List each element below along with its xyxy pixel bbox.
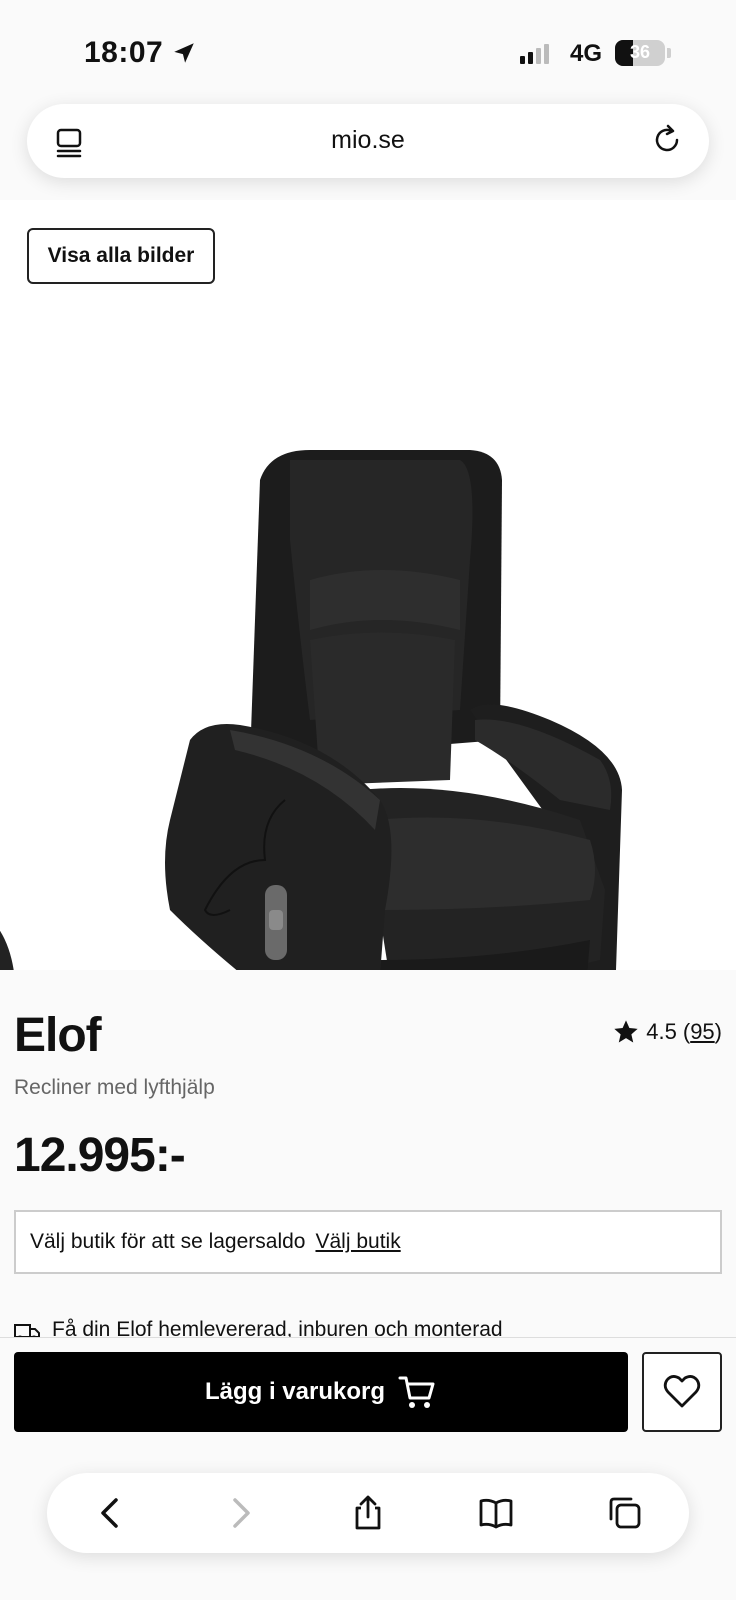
forward-icon	[232, 1498, 250, 1528]
battery-tip	[667, 48, 671, 58]
product-name: Elof	[14, 1009, 102, 1062]
product-price: 12.995:-	[14, 1129, 186, 1182]
product-gallery[interactable]	[0, 200, 736, 970]
select-store-link[interactable]: Välj butik	[315, 1230, 400, 1254]
add-to-cart-button[interactable]: Lägg i varukorg	[14, 1352, 628, 1432]
add-to-cart-label: Lägg i varukorg	[204, 1378, 386, 1405]
bookmarks-button[interactable]	[474, 1491, 518, 1535]
status-bar: 18:07 4G 36	[0, 0, 736, 100]
share-button[interactable]	[346, 1491, 390, 1535]
battery-level: 36	[629, 42, 651, 62]
store-stock-text: Välj butik för att se lagersaldo	[30, 1230, 306, 1253]
back-button[interactable]	[89, 1491, 133, 1535]
reload-icon[interactable]	[651, 124, 683, 156]
network-type: 4G	[570, 40, 603, 67]
previous-image-peek[interactable]	[0, 900, 40, 970]
cart-icon	[398, 1376, 435, 1408]
rating-count-wrap[interactable]: (95)	[683, 1019, 722, 1045]
signal-icon	[520, 42, 549, 64]
battery-icon: 36	[615, 40, 665, 66]
browser-toolbar	[47, 1473, 689, 1553]
view-all-images-button[interactable]: Visa alla bilder	[27, 228, 215, 284]
tabs-button[interactable]	[603, 1491, 647, 1535]
address-bar[interactable]: mio.se	[27, 104, 709, 178]
tabs-icon	[609, 1497, 641, 1529]
book-icon	[479, 1498, 513, 1529]
rating-value: 4.5	[646, 1019, 677, 1044]
share-icon	[355, 1495, 381, 1530]
forward-button[interactable]	[218, 1491, 262, 1535]
url-text[interactable]: mio.se	[27, 126, 709, 155]
product-subtitle: Recliner med lyfthjälp	[14, 1076, 215, 1099]
heart-icon	[663, 1375, 701, 1408]
location-arrow-icon	[174, 43, 194, 63]
store-stock-box: Välj butik för att se lagersaldo Välj bu…	[14, 1210, 722, 1274]
clock: 18:07	[84, 36, 164, 69]
status-time: 18:07	[84, 36, 197, 70]
review-count-link[interactable]: 95	[690, 1019, 714, 1044]
back-icon	[101, 1498, 118, 1528]
product-image[interactable]	[160, 440, 640, 970]
star-icon	[614, 1020, 638, 1043]
product-rating[interactable]: 4.5 (95)	[612, 1018, 722, 1046]
wishlist-button[interactable]	[642, 1352, 722, 1432]
